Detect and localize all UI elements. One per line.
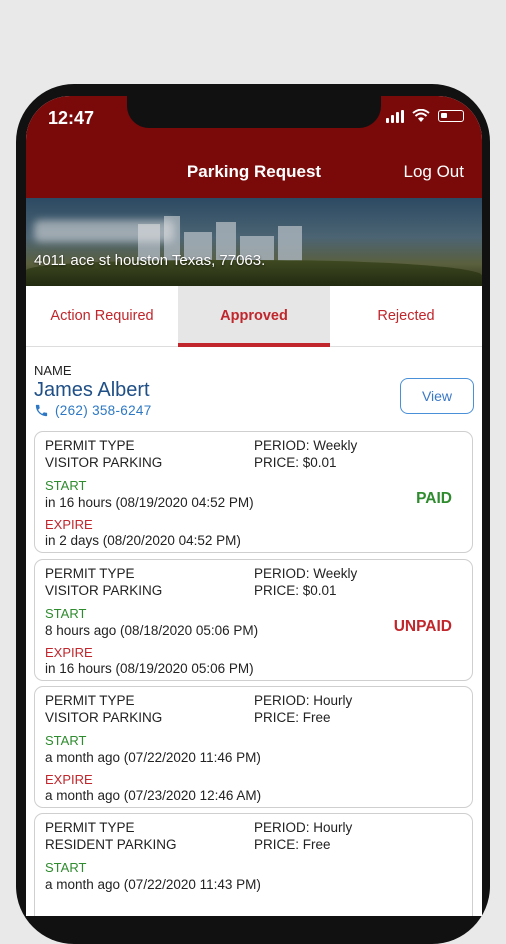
- property-address: 4011 ace st houston Texas, 77063.: [34, 252, 266, 269]
- permit-period: PERIOD: Hourly: [254, 693, 353, 708]
- expire-time: in 16 hours (08/19/2020 05:06 PM): [45, 661, 254, 676]
- tab-rejected[interactable]: Rejected: [330, 286, 482, 346]
- permit-type: RESIDENT PARKING: [45, 837, 177, 852]
- blurred-property-name: [34, 220, 174, 242]
- permit-card[interactable]: PERMIT TYPE VISITOR PARKING PERIOD: Week…: [34, 559, 473, 681]
- permit-type: VISITOR PARKING: [45, 583, 163, 598]
- view-button[interactable]: View: [400, 378, 474, 414]
- expire-label: EXPIRE: [45, 772, 93, 787]
- permit-price: PRICE: $0.01: [254, 455, 337, 470]
- permit-type-label: PERMIT TYPE: [45, 693, 135, 708]
- status-icons: [386, 109, 464, 123]
- payment-status-badge: UNPAID: [393, 618, 452, 635]
- permit-price: PRICE: $0.01: [254, 583, 337, 598]
- start-time: a month ago (07/22/2020 11:46 PM): [45, 750, 261, 765]
- permit-period: PERIOD: Hourly: [254, 820, 353, 835]
- property-banner: 4011 ace st houston Texas, 77063.: [26, 198, 482, 286]
- expire-label: EXPIRE: [45, 645, 93, 660]
- permit-type-label: PERMIT TYPE: [45, 438, 135, 453]
- battery-icon: [438, 110, 464, 122]
- start-label: START: [45, 606, 87, 621]
- status-time: 12:47: [48, 108, 95, 128]
- payment-status-badge: PAID: [416, 490, 452, 507]
- permit-type: VISITOR PARKING: [45, 455, 163, 470]
- logout-button[interactable]: Log Out: [404, 162, 465, 182]
- start-label: START: [45, 733, 87, 748]
- permit-card[interactable]: PERMIT TYPE VISITOR PARKING PERIOD: Hour…: [34, 686, 473, 808]
- start-label: START: [45, 478, 87, 493]
- phone-number: (262) 358-6247: [55, 403, 152, 418]
- permit-price: PRICE: Free: [254, 710, 331, 725]
- app-screen: 12:47 Parking Request Log Out 4011 ace s…: [26, 96, 482, 916]
- start-label: START: [45, 860, 87, 875]
- tab-approved[interactable]: Approved: [178, 286, 330, 347]
- permit-card[interactable]: PERMIT TYPE RESIDENT PARKING PERIOD: Hou…: [34, 813, 473, 916]
- permit-price: PRICE: Free: [254, 837, 331, 852]
- permit-type-label: PERMIT TYPE: [45, 566, 135, 581]
- phone-icon: [35, 404, 48, 417]
- permit-period: PERIOD: Weekly: [254, 566, 358, 581]
- cellular-signal-icon: [386, 109, 404, 123]
- requester-name: James Albert: [34, 379, 150, 401]
- name-label: NAME: [34, 363, 72, 378]
- start-time: a month ago (07/22/2020 11:43 PM): [45, 877, 261, 892]
- tab-action-required[interactable]: Action Required: [26, 286, 178, 346]
- start-time: in 16 hours (08/19/2020 04:52 PM): [45, 495, 254, 510]
- start-time: 8 hours ago (08/18/2020 05:06 PM): [45, 623, 259, 638]
- device-notch: [127, 96, 381, 128]
- expire-label: EXPIRE: [45, 517, 93, 532]
- expire-time: a month ago (07/23/2020 12:46 AM): [45, 788, 262, 803]
- permit-type: VISITOR PARKING: [45, 710, 163, 725]
- wifi-icon: [412, 109, 430, 122]
- permit-card[interactable]: PERMIT TYPE VISITOR PARKING PERIOD: Week…: [34, 431, 473, 553]
- permit-period: PERIOD: Weekly: [254, 438, 358, 453]
- permit-type-label: PERMIT TYPE: [45, 820, 135, 835]
- expire-time: in 2 days (08/20/2020 04:52 PM): [45, 533, 241, 548]
- status-tabs: Action Required Approved Rejected: [26, 286, 482, 347]
- phone-link[interactable]: (262) 358-6247: [34, 403, 152, 418]
